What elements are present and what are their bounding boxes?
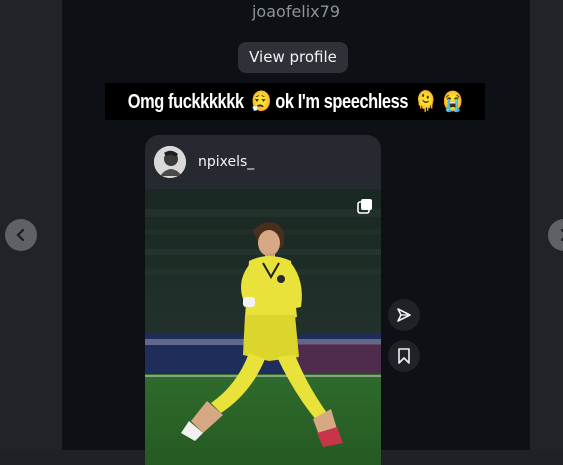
- caption-part-2: ok I'm speechless: [274, 91, 408, 113]
- caption-text: Omg fuckkkkkk 😮‍💨 ok I'm speechless 🫠 😭: [127, 89, 463, 114]
- player-photo: [145, 189, 381, 465]
- avatar-image: [154, 146, 186, 178]
- avatar[interactable]: [154, 146, 186, 178]
- post-image[interactable]: [145, 189, 381, 465]
- view-profile-button[interactable]: View profile: [238, 42, 348, 73]
- post-author[interactable]: npixels_: [198, 154, 254, 170]
- thread-username: joaofelix79: [251, 2, 341, 21]
- caption-emoji-crying: 😭: [442, 91, 463, 113]
- caption-emoji-melting: 🫠: [415, 91, 436, 113]
- message-caption: Omg fuckkkkkk 😮‍💨 ok I'm speechless 🫠 😭: [105, 83, 485, 120]
- share-button[interactable]: [388, 299, 420, 331]
- caption-part-1: Omg fuckkkkkk: [127, 91, 244, 113]
- caption-emoji-exhale: 😮‍💨: [250, 91, 271, 113]
- carousel-icon: [357, 199, 372, 214]
- chevron-right-icon: [560, 228, 563, 242]
- post-header[interactable]: npixels_: [145, 135, 381, 189]
- chevron-left-icon: [16, 228, 25, 242]
- shared-post-card[interactable]: npixels_: [145, 135, 381, 465]
- bookmark-icon: [398, 348, 410, 364]
- save-button[interactable]: [388, 340, 420, 372]
- previous-button[interactable]: [5, 219, 37, 251]
- send-icon: [397, 308, 411, 322]
